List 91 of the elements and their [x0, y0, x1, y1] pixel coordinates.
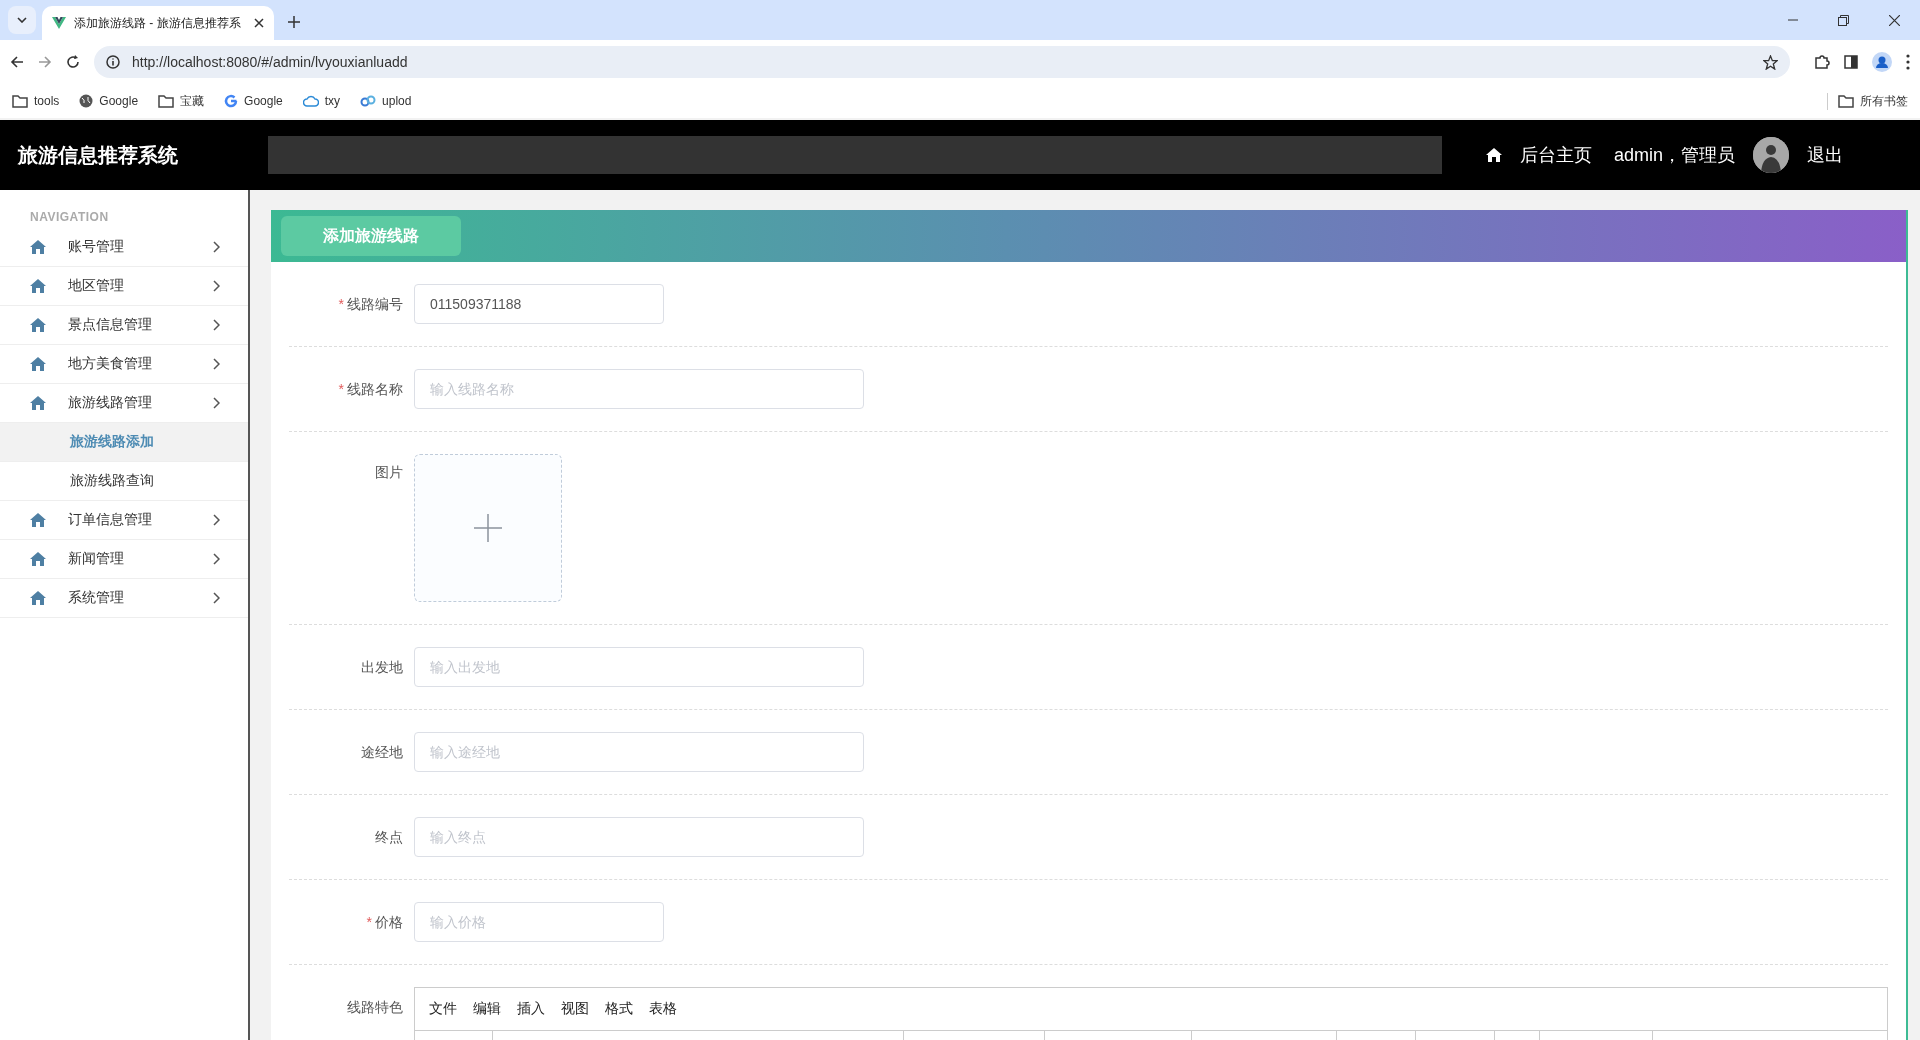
text-input[interactable]: 输入出发地 [414, 647, 864, 687]
folder-icon [1838, 94, 1854, 108]
bookmark[interactable]: txy [302, 94, 341, 108]
nav-item[interactable]: 订单信息管理 [0, 501, 248, 540]
nav-item[interactable]: 账号管理 [0, 228, 248, 267]
cloud-icon [302, 95, 319, 107]
field-label: 价格 [375, 914, 403, 930]
globe-icon [79, 94, 94, 108]
editor-menu-item[interactable]: 格式 [599, 996, 639, 1022]
link-icon [360, 94, 377, 108]
restore-icon[interactable] [1838, 14, 1849, 26]
field-label: 终点 [375, 829, 403, 845]
more-icon[interactable] [1906, 54, 1910, 70]
text-input[interactable]: 输入价格 [414, 902, 664, 942]
logout-link[interactable]: 退出 [1807, 143, 1844, 167]
chevron-icon [213, 553, 220, 565]
house-icon [30, 591, 46, 605]
bookmark[interactable]: tools [12, 94, 60, 108]
browser-tab[interactable]: 添加旅游线路 - 旅游信息推荐系 [42, 6, 274, 40]
editor-menu-item[interactable]: 编辑 [467, 996, 507, 1022]
close-icon[interactable] [1889, 14, 1900, 26]
profile-icon[interactable] [1872, 52, 1892, 72]
house-icon [30, 396, 46, 410]
tab-list-button[interactable] [8, 6, 36, 34]
bookmark[interactable]: Google [224, 94, 283, 108]
editor-menu-item[interactable]: 文件 [423, 996, 463, 1022]
folder-icon [12, 94, 28, 108]
close-icon[interactable] [254, 18, 264, 28]
page-title: 添加旅游线路 [281, 216, 461, 256]
puzzle-icon[interactable] [1814, 54, 1830, 70]
nav-item[interactable]: 景点信息管理 [0, 306, 248, 345]
google-g-icon [224, 94, 239, 108]
tab-title: 添加旅游线路 - 旅游信息推荐系 [74, 14, 242, 32]
required-mark: * [366, 914, 372, 930]
rich-text-editor[interactable]: 文件 编辑 插入 视图 格式 表格 [414, 987, 1888, 1040]
v-logo-icon [52, 17, 66, 29]
chevron-icon [213, 514, 220, 526]
chevron-icon [213, 241, 220, 253]
all-bookmarks[interactable]: 所有书签 [1827, 92, 1908, 110]
address-bar[interactable]: http://localhost:8080/#/admin/lvyouxianluadd [94, 46, 1790, 78]
home-link[interactable]: 后台主页 [1520, 143, 1592, 167]
chevron-icon [213, 592, 220, 604]
bookmark[interactable]: uplod [360, 94, 412, 108]
forward-arrow-icon[interactable] [38, 55, 52, 69]
editor-menu-item[interactable]: 视图 [555, 996, 595, 1022]
required-mark: * [338, 296, 344, 312]
house-icon [30, 240, 46, 254]
plus-icon [474, 514, 502, 542]
reload-icon[interactable] [66, 55, 80, 69]
nav-heading: NAVIGATION [29, 209, 110, 226]
required-mark: * [338, 381, 344, 397]
nav-item[interactable]: 新闻管理 [0, 540, 248, 579]
info-icon[interactable] [106, 55, 120, 69]
field-label: 线路名称 [347, 381, 403, 397]
field-label: 线路特色 [347, 999, 403, 1015]
app-title: 旅游信息推荐系统 [17, 142, 179, 168]
editor-menu-item[interactable]: 插入 [511, 996, 551, 1022]
chevron-icon [213, 397, 220, 409]
bookmark[interactable]: Google [79, 94, 139, 108]
chevron-icon [213, 358, 220, 370]
folder-icon [158, 94, 175, 108]
nav-subitem[interactable]: 旅游线路查询 [0, 462, 248, 501]
text-input[interactable]: 输入线路名称 [414, 369, 864, 409]
new-tab-icon[interactable] [288, 16, 300, 28]
avatar [1753, 137, 1790, 173]
back-arrow-icon[interactable] [10, 55, 24, 69]
url-text: http://localhost:8080/#/admin/lvyouxianluadd [132, 54, 409, 70]
field-label: 线路编号 [347, 296, 403, 312]
nav-item[interactable]: 地区管理 [0, 267, 248, 306]
house-icon [30, 279, 46, 293]
field-label: 出发地 [361, 659, 403, 675]
field-label: 途经地 [361, 744, 403, 760]
text-input[interactable]: 011509371188 [414, 284, 664, 324]
star-icon[interactable] [1763, 54, 1778, 70]
house-icon [30, 513, 46, 527]
nav-item[interactable]: 地方美食管理 [0, 345, 248, 384]
field-label: 图片 [375, 464, 403, 480]
chevron-icon [213, 280, 220, 292]
side-panel-icon[interactable] [1844, 55, 1858, 69]
text-input[interactable]: 输入途经地 [414, 732, 864, 772]
caret-icon [17, 17, 27, 23]
text-input[interactable]: 输入终点 [414, 817, 864, 857]
nav-item[interactable]: 系统管理 [0, 579, 248, 618]
chevron-icon [213, 319, 220, 331]
house-icon [30, 552, 46, 566]
editor-menu-item[interactable]: 表格 [643, 996, 683, 1022]
user-name: admin，管理员 [1614, 144, 1736, 167]
house-icon [30, 357, 46, 371]
home-icon [1486, 148, 1502, 162]
bookmark[interactable]: 宝藏 [158, 92, 205, 110]
house-icon [30, 318, 46, 332]
